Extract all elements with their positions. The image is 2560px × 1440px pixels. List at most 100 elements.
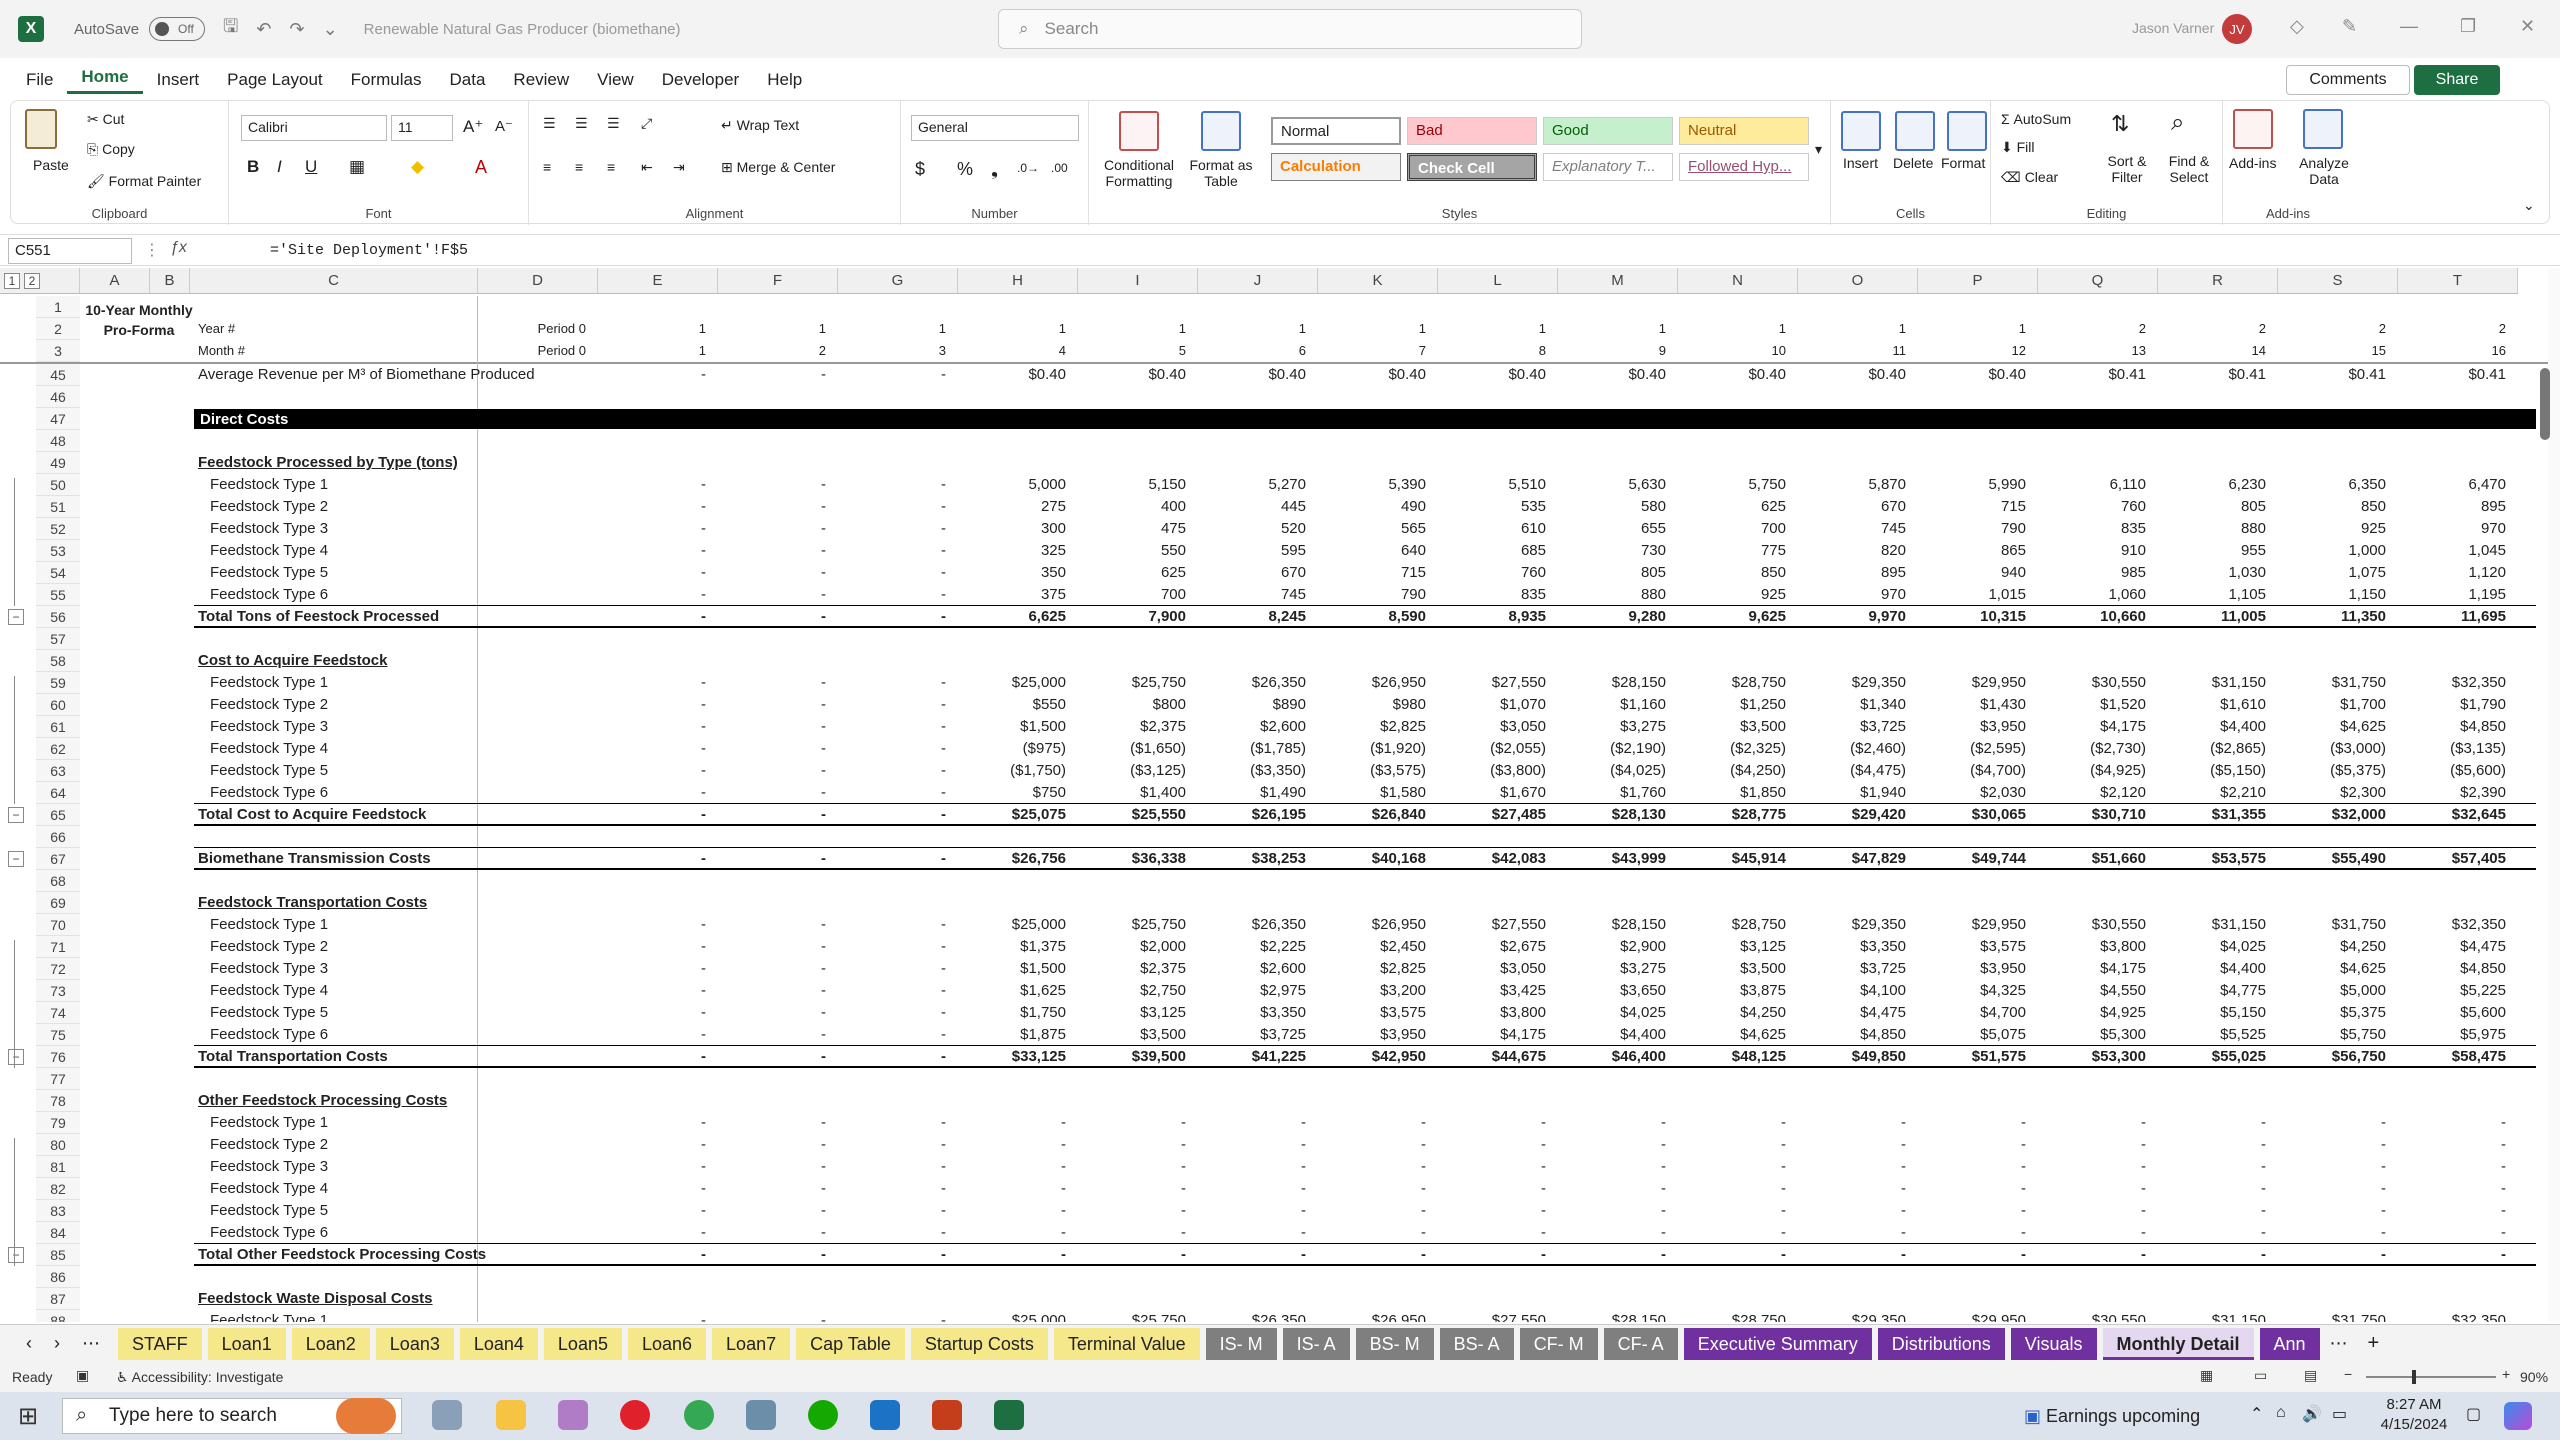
- value-cell[interactable]: -: [838, 1112, 958, 1134]
- value-cell[interactable]: -: [1558, 1134, 1678, 1156]
- value-cell[interactable]: -: [1438, 1112, 1558, 1134]
- value-cell[interactable]: $25,075: [958, 804, 1078, 826]
- add-sheet-icon[interactable]: +: [2368, 1332, 2380, 1355]
- value-cell[interactable]: $4,250: [1678, 1002, 1798, 1024]
- percent-icon[interactable]: %: [957, 159, 973, 180]
- value-cell[interactable]: -: [958, 1112, 1078, 1134]
- value-cell[interactable]: -: [718, 694, 838, 716]
- value-cell[interactable]: $26,350: [1198, 1310, 1318, 1322]
- value-cell[interactable]: -: [718, 496, 838, 518]
- row-label[interactable]: Feedstock Type 6: [210, 1024, 328, 1046]
- value-cell[interactable]: $53,575: [2158, 848, 2278, 870]
- year-number[interactable]: 1: [958, 318, 1078, 340]
- align-right-icon[interactable]: ≡: [607, 159, 615, 175]
- fill-button[interactable]: ⬇ Fill: [2001, 139, 2035, 156]
- value-cell[interactable]: $2,675: [1438, 936, 1558, 958]
- value-cell[interactable]: $0.40: [1198, 364, 1318, 386]
- sheet-tab[interactable]: Loan3: [375, 1327, 454, 1360]
- style-explanatory[interactable]: Explanatory T...: [1543, 153, 1673, 181]
- value-cell[interactable]: $0.41: [2038, 364, 2158, 386]
- value-cell[interactable]: $30,550: [2038, 914, 2158, 936]
- sheet-tab[interactable]: Executive Summary: [1683, 1327, 1872, 1360]
- value-cell[interactable]: $3,500: [1678, 958, 1798, 980]
- value-cell[interactable]: 970: [2398, 518, 2518, 540]
- row-header[interactable]: 62: [36, 738, 80, 760]
- value-cell[interactable]: $27,550: [1438, 672, 1558, 694]
- value-cell[interactable]: -: [838, 1222, 958, 1244]
- value-cell[interactable]: -: [2158, 1134, 2278, 1156]
- value-cell[interactable]: $4,250: [2278, 936, 2398, 958]
- value-cell[interactable]: $55,025: [2158, 1046, 2278, 1068]
- value-cell[interactable]: $32,350: [2398, 672, 2518, 694]
- value-cell[interactable]: -: [1678, 1222, 1798, 1244]
- value-cell[interactable]: 5,510: [1438, 474, 1558, 496]
- value-cell[interactable]: $58,475: [2398, 1046, 2518, 1068]
- value-cell[interactable]: -: [1198, 1244, 1318, 1266]
- value-cell[interactable]: 10,315: [1918, 606, 2038, 628]
- search-highlight-icon[interactable]: [336, 1398, 396, 1434]
- row-label[interactable]: Feedstock Type 3: [210, 716, 328, 738]
- value-cell[interactable]: -: [1078, 1112, 1198, 1134]
- value-cell[interactable]: ($5,375): [2278, 760, 2398, 782]
- value-cell[interactable]: -: [718, 738, 838, 760]
- value-cell[interactable]: -: [718, 1134, 838, 1156]
- value-cell[interactable]: $30,550: [2038, 1310, 2158, 1322]
- menu-help[interactable]: Help: [753, 70, 816, 90]
- value-cell[interactable]: 5,270: [1198, 474, 1318, 496]
- fx-icon[interactable]: ƒx: [170, 239, 187, 257]
- value-cell[interactable]: ($2,325): [1678, 738, 1798, 760]
- tab-prev-icon[interactable]: ‹: [26, 1333, 32, 1354]
- sheet-tab[interactable]: CF- M: [1519, 1327, 1598, 1360]
- value-cell[interactable]: $3,500: [1078, 1024, 1198, 1046]
- column-header[interactable]: M: [1558, 268, 1678, 294]
- zoom-in-icon[interactable]: +: [2502, 1366, 2510, 1382]
- avatar[interactable]: JV: [2222, 14, 2252, 44]
- value-cell[interactable]: ($2,865): [2158, 738, 2278, 760]
- customize-chevron-icon[interactable]: ⌄: [323, 19, 338, 40]
- decrease-indent-icon[interactable]: ⇤: [641, 159, 653, 176]
- value-cell[interactable]: -: [958, 1200, 1078, 1222]
- row-header[interactable]: 52: [36, 518, 80, 540]
- value-cell[interactable]: -: [598, 1222, 718, 1244]
- value-cell[interactable]: $45,914: [1678, 848, 1798, 870]
- row-label[interactable]: Other Feedstock Processing Costs: [198, 1090, 447, 1112]
- row-header[interactable]: 78: [36, 1090, 80, 1112]
- value-cell[interactable]: -: [838, 1244, 958, 1266]
- value-cell[interactable]: -: [1318, 1244, 1438, 1266]
- value-cell[interactable]: $1,625: [958, 980, 1078, 1002]
- year-number[interactable]: 2: [2398, 318, 2518, 340]
- tray-chevron-icon[interactable]: ⌃: [2250, 1404, 2263, 1424]
- row-label[interactable]: Feedstock Type 6: [210, 782, 328, 804]
- value-cell[interactable]: -: [838, 980, 958, 1002]
- sheet-tab[interactable]: IS- A: [1282, 1327, 1350, 1360]
- column-header[interactable]: B: [150, 268, 190, 294]
- period-month[interactable]: Period 0: [478, 340, 598, 362]
- value-cell[interactable]: $26,950: [1318, 672, 1438, 694]
- value-cell[interactable]: -: [958, 1156, 1078, 1178]
- addins-icon[interactable]: [2233, 109, 2273, 149]
- increase-indent-icon[interactable]: ⇥: [673, 159, 685, 176]
- value-cell[interactable]: $30,065: [1918, 804, 2038, 826]
- value-cell[interactable]: 6,470: [2398, 474, 2518, 496]
- value-cell[interactable]: -: [2398, 1112, 2518, 1134]
- row-label[interactable]: Feedstock Type 4: [210, 738, 328, 760]
- value-cell[interactable]: $26,350: [1198, 672, 1318, 694]
- menu-home[interactable]: Home: [67, 67, 143, 94]
- value-cell[interactable]: -: [718, 562, 838, 584]
- value-cell[interactable]: ($3,135): [2398, 738, 2518, 760]
- value-cell[interactable]: -: [598, 804, 718, 826]
- value-cell[interactable]: -: [1798, 1112, 1918, 1134]
- value-cell[interactable]: $1,700: [2278, 694, 2398, 716]
- value-cell[interactable]: 820: [1798, 540, 1918, 562]
- value-cell[interactable]: 805: [2158, 496, 2278, 518]
- value-cell[interactable]: 895: [1798, 562, 1918, 584]
- value-cell[interactable]: 7,900: [1078, 606, 1198, 628]
- value-cell[interactable]: 11,695: [2398, 606, 2518, 628]
- value-cell[interactable]: 790: [1318, 584, 1438, 606]
- formula-input[interactable]: ='Site Deployment'!F$5: [270, 242, 468, 259]
- value-cell[interactable]: -: [958, 1178, 1078, 1200]
- value-cell[interactable]: -: [598, 518, 718, 540]
- row-label[interactable]: Feedstock Type 3: [210, 1156, 328, 1178]
- row-header[interactable]: 81: [36, 1156, 80, 1178]
- orientation-icon[interactable]: ⤢: [641, 115, 652, 132]
